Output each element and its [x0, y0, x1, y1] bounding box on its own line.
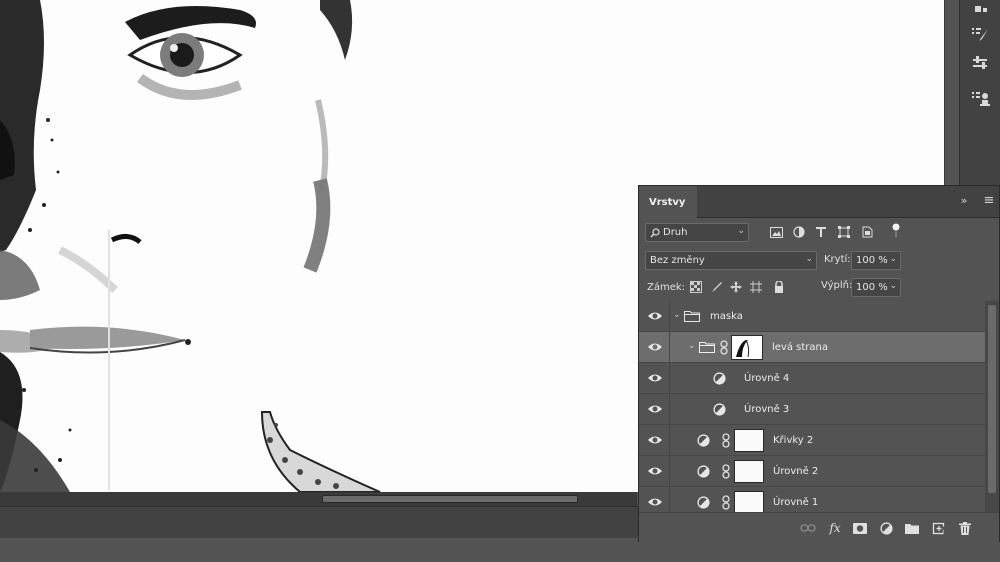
- scroll-thumb[interactable]: [988, 305, 996, 493]
- layer-row-urovne-3[interactable]: Úrovně 3: [639, 394, 985, 425]
- filter-kind-label: Druh: [663, 227, 688, 238]
- scroll-thumb[interactable]: [322, 495, 578, 503]
- lock-artboard-icon[interactable]: [747, 278, 765, 296]
- link-layers-icon[interactable]: [799, 520, 817, 536]
- filter-toggle-switch[interactable]: [892, 223, 900, 237]
- adjustment-layer-icon: [713, 372, 726, 385]
- workspace-background: [0, 538, 640, 562]
- folder-icon: [684, 311, 700, 322]
- layer-list: ⌄ maska ⌄ levá strana Úrovně 4 Úrovně 3 …: [639, 301, 985, 518]
- new-layer-icon[interactable]: [929, 520, 947, 536]
- image-filter-icon[interactable]: [767, 223, 785, 241]
- layer-name: Křivky 2: [773, 435, 814, 446]
- collapse-panel-icon[interactable]: »: [955, 194, 973, 210]
- delete-layer-icon[interactable]: [956, 520, 974, 536]
- layer-row-krivky-2[interactable]: Křivky 2: [639, 425, 985, 456]
- fx-icon[interactable]: fx: [826, 520, 844, 536]
- visibility-eye-icon[interactable]: [647, 371, 663, 385]
- brush-settings-icon[interactable]: [969, 24, 993, 46]
- fill-value: 100 %: [856, 282, 888, 293]
- lock-transparent-pixels-icon[interactable]: [687, 278, 705, 296]
- mask-link-icon[interactable]: [719, 340, 729, 355]
- layer-name: Úrovně 4: [744, 373, 790, 384]
- tool-presets-icon[interactable]: [969, 52, 993, 74]
- visibility-eye-icon[interactable]: [647, 402, 663, 416]
- divider: [669, 456, 670, 487]
- folder-icon: [699, 342, 715, 353]
- divider: [669, 394, 670, 425]
- layer-row-maska[interactable]: ⌄ maska: [639, 301, 985, 332]
- divider: [669, 425, 670, 456]
- shape-filter-icon[interactable]: [835, 223, 853, 241]
- chevron-down-icon: ⌄: [889, 254, 897, 264]
- new-adjustment-icon[interactable]: [877, 520, 895, 536]
- chevron-down-icon[interactable]: ⌄: [688, 341, 698, 353]
- status-bar: [0, 506, 640, 538]
- panel-menu-icon[interactable]: ≡: [980, 192, 998, 210]
- layer-row-leva-strana[interactable]: ⌄ levá strana: [639, 332, 985, 363]
- layer-mask-thumbnail[interactable]: [734, 491, 764, 514]
- new-group-icon[interactable]: [903, 520, 921, 536]
- chevron-down-icon: ⌄: [805, 254, 813, 264]
- lock-image-pixels-icon[interactable]: [707, 278, 725, 296]
- adjustment-filter-icon[interactable]: [790, 223, 808, 241]
- canvas-horizontal-scrollbar[interactable]: [0, 492, 637, 506]
- layer-row-urovne-4[interactable]: Úrovně 4: [639, 363, 985, 394]
- filter-kind-select[interactable]: Druh ⌄: [645, 223, 749, 242]
- adjustment-layer-icon: [697, 465, 710, 478]
- lock-all-icon[interactable]: [770, 278, 788, 296]
- layers-vertical-scrollbar[interactable]: [985, 301, 999, 518]
- clone-source-icon[interactable]: [969, 88, 993, 110]
- layer-mask-thumbnail[interactable]: [734, 460, 764, 483]
- adjustment-layer-icon: [697, 496, 710, 509]
- blend-mode-select[interactable]: Bez změny ⌄: [645, 251, 817, 270]
- visibility-eye-icon[interactable]: [647, 464, 663, 478]
- mask-link-icon[interactable]: [721, 433, 731, 448]
- layer-name: maska: [710, 311, 743, 322]
- adjustment-layer-icon: [713, 403, 726, 416]
- chevron-down-icon[interactable]: ⌄: [673, 310, 683, 322]
- opacity-label: Krytí:: [824, 254, 851, 265]
- adjustment-layer-icon: [697, 434, 710, 447]
- add-mask-icon[interactable]: [851, 520, 869, 536]
- visibility-eye-icon[interactable]: [647, 309, 663, 323]
- mask-link-icon[interactable]: [721, 495, 731, 510]
- layer-row-urovne-2[interactable]: Úrovně 2: [639, 456, 985, 487]
- divider: [669, 332, 670, 363]
- layer-name: levá strana: [772, 342, 828, 353]
- divider: [669, 363, 670, 394]
- visibility-eye-icon[interactable]: [647, 340, 663, 354]
- divider: [669, 301, 670, 332]
- visibility-eye-icon[interactable]: [647, 495, 663, 509]
- lock-label: Zámek:: [647, 282, 686, 293]
- opacity-field[interactable]: 100 % ⌄: [851, 251, 901, 270]
- chevron-down-icon: ⌄: [737, 226, 745, 236]
- smart-object-filter-icon[interactable]: [858, 223, 876, 241]
- blend-mode-value: Bez změny: [650, 255, 705, 266]
- visibility-eye-icon[interactable]: [647, 433, 663, 447]
- fill-field[interactable]: 100 % ⌄: [851, 278, 901, 297]
- layer-name: Úrovně 2: [773, 466, 819, 477]
- photoshop-workspace: Vrstvy » ≡ Druh ⌄ Bez změny ⌄ Krytí: 100…: [0, 0, 1000, 562]
- opacity-value: 100 %: [856, 255, 888, 266]
- layer-name: Úrovně 3: [744, 404, 790, 415]
- layers-panel-footer: fx: [639, 512, 999, 542]
- panel-tab-bar: Vrstvy » ≡: [639, 186, 999, 218]
- mask-link-icon[interactable]: [721, 464, 731, 479]
- properties-icon[interactable]: [969, 0, 993, 22]
- layers-panel: Vrstvy » ≡ Druh ⌄ Bez změny ⌄ Krytí: 100…: [638, 185, 1000, 542]
- tab-layers[interactable]: Vrstvy: [639, 186, 697, 218]
- layer-mask-thumbnail[interactable]: [734, 429, 764, 452]
- lock-position-icon[interactable]: [727, 278, 745, 296]
- type-filter-icon[interactable]: [812, 223, 830, 241]
- fill-label: Výplň:: [821, 280, 853, 291]
- search-icon: [650, 227, 660, 237]
- layer-mask-thumbnail[interactable]: [731, 335, 763, 360]
- chevron-down-icon: ⌄: [889, 281, 897, 291]
- panel-dock-strip: [944, 0, 1000, 185]
